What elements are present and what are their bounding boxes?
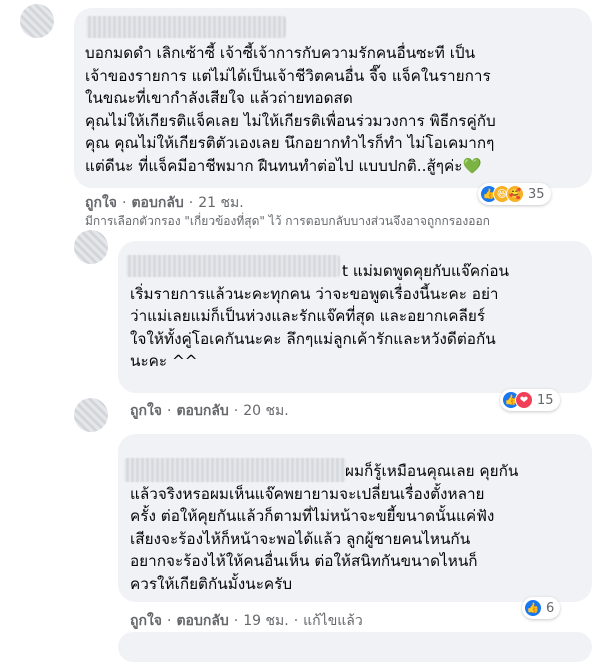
commenter-name-redacted[interactable] xyxy=(86,16,286,38)
reaction-summary[interactable]: 👍 😆 🥰 35 xyxy=(478,183,551,205)
like-reaction-icon: 👍 xyxy=(524,599,542,617)
comment-bubble-partial xyxy=(118,632,592,662)
timestamp[interactable]: 19 ชม. xyxy=(243,613,288,629)
reaction-count: 6 xyxy=(546,600,555,616)
like-link[interactable]: ถูกใจ xyxy=(85,195,117,211)
comment-text: ผมก็รู้เหมือนคุณเลย คุยกัน แล้วจริงหรอผม… xyxy=(130,462,519,593)
reaction-count: 35 xyxy=(528,186,545,202)
comment-text: t แม่มดพูดคุยกับแจ๊คก่อน เริ่มรายการแล้ว… xyxy=(130,262,509,370)
comment-text: บอกมดดำ เลิกเซ้าซี้ เจ้าซี้เจ้าการกับควา… xyxy=(85,44,496,175)
commenter-avatar[interactable] xyxy=(74,230,108,264)
reaction-count: 15 xyxy=(537,392,554,408)
like-link[interactable]: ถูกใจ xyxy=(130,613,162,629)
reaction-summary[interactable]: 👍 6 xyxy=(522,597,561,619)
reaction-summary[interactable]: 👍 ❤ 15 xyxy=(500,389,560,411)
care-reaction-icon: 🥰 xyxy=(506,185,524,203)
reply-link[interactable]: ตอบกลับ xyxy=(131,195,183,211)
love-reaction-icon: ❤ xyxy=(515,391,533,409)
filter-notice: มีการเลือกตัวกรอง "เกี่ยวข้องที่สุด" ไว้… xyxy=(85,214,490,228)
commenter-avatar[interactable] xyxy=(20,4,54,38)
comment-actions: ถูกใจ · ตอบกลับ · 20 ชม. xyxy=(130,403,289,419)
reply-link[interactable]: ตอบกลับ xyxy=(176,403,228,419)
edited-label: แก้ไขแล้ว xyxy=(303,613,363,629)
like-link[interactable]: ถูกใจ xyxy=(130,403,162,419)
comment-actions: ถูกใจ · ตอบกลับ · 19 ชม. · แก้ไขแล้ว xyxy=(130,613,363,629)
timestamp[interactable]: 20 ชม. xyxy=(243,403,288,419)
reply-link[interactable]: ตอบกลับ xyxy=(176,613,228,629)
comment-actions: ถูกใจ · ตอบกลับ · 21 ชม. xyxy=(85,195,244,211)
timestamp[interactable]: 21 ชม. xyxy=(198,195,243,211)
commenter-avatar[interactable] xyxy=(74,398,108,432)
